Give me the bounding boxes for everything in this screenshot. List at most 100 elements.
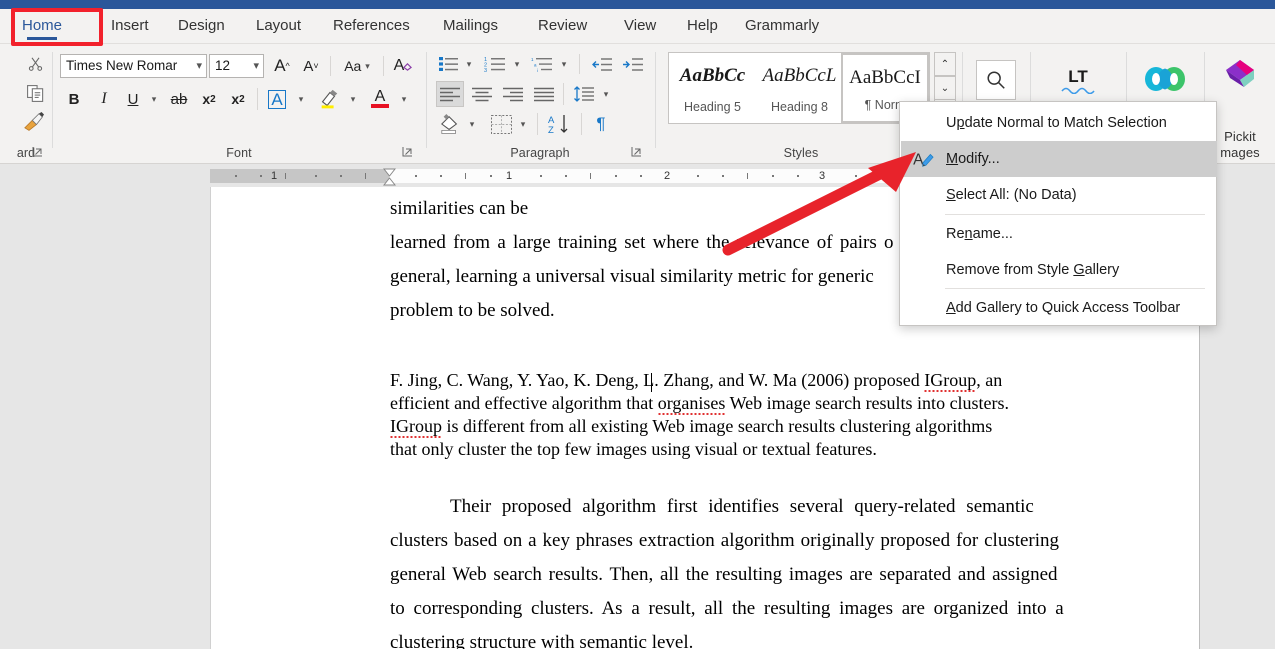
align-left-icon[interactable]: [436, 81, 464, 107]
svg-text:Z: Z: [548, 125, 554, 134]
align-center-icon[interactable]: [468, 81, 496, 107]
sort-icon[interactable]: A Z: [545, 111, 575, 137]
paragraph-line: Their proposed algorithm first identifie…: [390, 490, 1094, 524]
group-font: Times New Romar ▾ 12 ▾ A^ A˅ Aa ▾ A B I …: [53, 44, 425, 164]
svg-text:a: a: [534, 63, 537, 68]
style-item-heading-8[interactable]: AaBbCcL Heading 8: [756, 53, 843, 123]
tab-grammarly[interactable]: Grammarly: [734, 9, 830, 44]
group-paragraph: ▾ 1 2 3 ▾ 1 a i ▾: [427, 44, 653, 164]
shading-icon[interactable]: [436, 111, 464, 137]
font-size-input[interactable]: 12 ▾: [209, 54, 264, 78]
tab-design[interactable]: Design: [167, 9, 236, 44]
font-dialog-launcher[interactable]: [402, 146, 416, 160]
style-preview: AaBbCc: [669, 61, 756, 91]
shading-dropdown-icon[interactable]: ▾: [464, 111, 480, 137]
numbering-dropdown-icon[interactable]: ▾: [509, 52, 525, 76]
underline-icon[interactable]: U: [121, 86, 145, 112]
justify-icon[interactable]: [530, 81, 558, 107]
bold-icon[interactable]: B: [61, 86, 87, 112]
group-label-font: Font: [53, 146, 425, 160]
font-name-input[interactable]: Times New Romar ▾: [60, 54, 207, 78]
line-spacing-dropdown-icon[interactable]: ▾: [598, 81, 614, 107]
highlight-icon[interactable]: [315, 86, 343, 112]
ribbon-tab-bar: Home Insert Design Layout References Mai…: [0, 9, 1275, 44]
svg-text:i: i: [537, 68, 538, 72]
tab-active-underline: [27, 37, 57, 40]
font-color-icon[interactable]: A: [366, 84, 394, 112]
decrease-indent-icon[interactable]: [588, 52, 616, 76]
menu-item-label: Rename...: [946, 216, 1013, 252]
tab-home[interactable]: Home: [11, 9, 73, 44]
tab-help[interactable]: Help: [676, 9, 729, 44]
styles-scroll-down-button[interactable]: ⌄: [934, 76, 956, 100]
paragraph-line: efficient and effective algorithm that o…: [390, 392, 1100, 415]
menu-item-add-gallery-to-qat[interactable]: Add Gallery to Quick Access Toolbar: [901, 290, 1217, 326]
style-item-heading-5[interactable]: AaBbCc Heading 5: [669, 53, 756, 123]
line-spacing-icon[interactable]: [570, 81, 598, 107]
paragraph-dialog-launcher[interactable]: [631, 146, 645, 160]
style-preview: AaBbCcI: [843, 63, 927, 93]
styles-gallery[interactable]: AaBbCc Heading 5 AaBbCcL Heading 8 AaBbC…: [668, 52, 930, 124]
shrink-font-icon[interactable]: A˅: [298, 54, 324, 78]
style-name: Heading 5: [669, 99, 756, 115]
borders-dropdown-icon[interactable]: ▾: [515, 111, 531, 137]
numbering-icon[interactable]: 1 2 3: [481, 52, 509, 76]
webex-icon[interactable]: [1143, 58, 1187, 100]
document-paragraph-2[interactable]: F. Jing, C. Wang, Y. Yao, K. Deng, L. Zh…: [390, 369, 1100, 461]
text-effects-icon[interactable]: A: [263, 86, 291, 112]
align-right-icon[interactable]: [499, 81, 527, 107]
bullets-dropdown-icon[interactable]: ▾: [461, 52, 477, 76]
font-color-dropdown-icon[interactable]: ▾: [396, 86, 412, 112]
separator: [257, 88, 258, 110]
superscript-icon[interactable]: x2: [225, 86, 251, 112]
bullets-icon[interactable]: [436, 52, 462, 76]
menu-item-rename[interactable]: Rename...: [901, 216, 1217, 252]
grow-font-icon[interactable]: A^: [269, 54, 295, 78]
style-context-menu[interactable]: Update Normal to Match Selection A Modif…: [899, 101, 1217, 326]
clear-formatting-icon[interactable]: A: [389, 54, 417, 78]
tab-layout[interactable]: Layout: [245, 9, 312, 44]
styles-scroll-up-button[interactable]: ⌃: [934, 52, 956, 76]
menu-item-remove-from-gallery[interactable]: Remove from Style Gallery: [901, 252, 1217, 288]
tab-review[interactable]: Review: [527, 9, 598, 44]
format-painter-icon[interactable]: [20, 109, 48, 135]
languagetool-icon[interactable]: LT: [1055, 60, 1101, 100]
text-effects-dropdown-icon[interactable]: ▾: [293, 86, 309, 112]
modify-style-icon: A: [913, 149, 935, 169]
menu-item-update-normal[interactable]: Update Normal to Match Selection: [901, 105, 1217, 141]
increase-indent-icon[interactable]: [619, 52, 647, 76]
paragraph-line: clustering structure with semantic level…: [390, 626, 1094, 649]
borders-icon[interactable]: [487, 111, 515, 137]
tab-mailings[interactable]: Mailings: [432, 9, 509, 44]
multilevel-list-icon[interactable]: 1 a i: [528, 52, 556, 76]
title-bar: [0, 0, 1275, 9]
menu-item-modify[interactable]: A Modify...: [901, 141, 1217, 177]
copy-icon[interactable]: [22, 80, 48, 106]
clipboard-dialog-launcher[interactable]: [32, 146, 46, 160]
chevron-down-icon[interactable]: ▾: [196, 55, 202, 77]
separator: [581, 113, 582, 135]
document-paragraph-3[interactable]: Their proposed algorithm first identifie…: [390, 490, 1094, 649]
menu-item-select-all[interactable]: Select All: (No Data): [901, 177, 1217, 213]
paragraph-line: general Web search results. Then, all th…: [390, 558, 1094, 592]
tab-references[interactable]: References: [322, 9, 421, 44]
subscript-icon[interactable]: x2: [196, 86, 222, 112]
tab-view[interactable]: View: [613, 9, 667, 44]
paragraph-line: to corresponding clusters. As a result, …: [390, 592, 1094, 626]
cut-icon[interactable]: [22, 50, 48, 76]
ruler-bar[interactable]: 1 1 2 3: [210, 169, 990, 183]
change-case-icon[interactable]: Aa ▾: [336, 54, 378, 78]
misspelled-word: IGroup: [924, 370, 976, 392]
show-marks-icon[interactable]: ¶: [588, 111, 614, 137]
strikethrough-icon[interactable]: ab: [166, 86, 192, 112]
chevron-down-icon[interactable]: ▾: [253, 55, 259, 77]
menu-item-label: Update Normal to Match Selection: [946, 105, 1167, 141]
highlight-dropdown-icon[interactable]: ▾: [345, 86, 361, 112]
pickit-icon[interactable]: [1219, 56, 1261, 96]
italic-icon[interactable]: I: [91, 86, 117, 112]
underline-dropdown-icon[interactable]: ▾: [145, 86, 163, 112]
menu-item-label: Modify...: [946, 141, 1000, 177]
multilevel-list-dropdown-icon[interactable]: ▾: [556, 52, 572, 76]
search-icon[interactable]: [976, 60, 1016, 100]
tab-insert[interactable]: Insert: [100, 9, 160, 44]
